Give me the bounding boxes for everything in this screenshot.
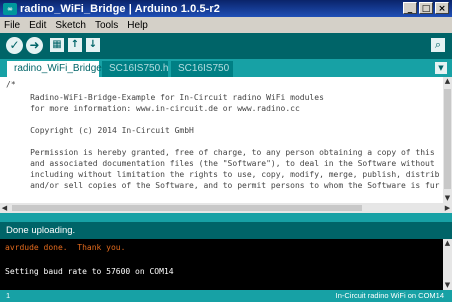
toolbar: ✓ ➜ ▦ ↑ ↓ ⌕ (0, 33, 452, 59)
console-line: Setting baud rate to 57600 on COM14 (5, 267, 174, 276)
save-sketch-icon[interactable]: ↓ (86, 38, 100, 52)
menu-sketch[interactable]: Sketch (55, 20, 86, 31)
code-line: Copyright (c) 2014 In-Circuit GmbH (6, 126, 194, 135)
verify-check-icon[interactable]: ✓ (6, 37, 23, 54)
tab-sc16is750-h[interactable]: SC16IS750.h (102, 61, 169, 77)
line-number: 1 (6, 291, 11, 300)
code-line: /* (6, 80, 16, 89)
board-port-info: In-Circuit radino WiFi on COM14 (335, 291, 444, 300)
tab-radino-wifi-bridge[interactable]: radino_WiFi_Bridge (7, 61, 102, 77)
scrollbar-thumb[interactable] (12, 205, 362, 211)
scroll-down-icon[interactable]: ▼ (443, 281, 452, 290)
console-line: avrdude done. Thank you. (5, 243, 126, 252)
scrollbar-thumb[interactable] (444, 89, 451, 189)
window-title: radino_WiFi_Bridge | Arduino 1.0.5-r2 (20, 2, 221, 15)
arduino-logo-icon: ∞ (3, 2, 17, 15)
minimize-button[interactable]: _ (403, 2, 417, 14)
code-line: for more information: www.in-circuit.de … (6, 104, 300, 113)
menu-tools[interactable]: Tools (95, 20, 118, 31)
new-sketch-icon[interactable]: ▦ (50, 38, 64, 52)
maximize-button[interactable]: □ (419, 2, 433, 14)
upload-arrow-icon[interactable]: ➜ (26, 37, 43, 54)
tab-menu-chevron-down-icon[interactable]: ▼ (435, 62, 447, 74)
code-editor[interactable]: /* Radino-WiFi-Bridge-Example for In-Cir… (0, 77, 443, 203)
serial-monitor-search-icon[interactable]: ⌕ (431, 38, 445, 52)
status-message: Done uploading. (0, 222, 452, 239)
menu-edit[interactable]: Edit (29, 20, 46, 31)
scroll-down-icon[interactable]: ▼ (443, 194, 452, 203)
scroll-up-icon[interactable]: ▲ (443, 239, 452, 248)
console-scrollbar[interactable]: ▲ ▼ (443, 239, 452, 290)
tab-sc16is750[interactable]: SC16IS750 (171, 61, 233, 77)
console-output[interactable]: avrdude done. Thank you. Setting baud ra… (0, 239, 443, 290)
tab-bar: radino_WiFi_Bridge SC16IS750.h SC16IS750… (0, 59, 452, 77)
code-line: and/or sell copies of the Software, and … (6, 181, 440, 190)
window-controls: _ □ × (403, 2, 449, 14)
open-sketch-icon[interactable]: ↑ (68, 38, 82, 52)
scroll-up-icon[interactable]: ▲ (443, 77, 452, 86)
code-line: including without limitation the rights … (6, 170, 440, 179)
code-line: Permission is hereby granted, free of ch… (6, 148, 435, 157)
code-line: and associated documentation files (the … (6, 159, 435, 168)
editor-vertical-scrollbar[interactable]: ▲ ▼ (443, 77, 452, 203)
close-button[interactable]: × (435, 2, 449, 14)
editor-horizontal-scrollbar[interactable]: ◀ ▶ (0, 203, 452, 213)
panel-divider[interactable] (0, 213, 452, 222)
menu-help[interactable]: Help (127, 20, 148, 31)
scroll-right-icon[interactable]: ▶ (443, 203, 452, 213)
scroll-left-icon[interactable]: ◀ (0, 203, 9, 213)
footer-bar: 1 In-Circuit radino WiFi on COM14 (0, 290, 452, 302)
menu-file[interactable]: File (4, 20, 20, 31)
menu-bar: File Edit Sketch Tools Help (0, 17, 452, 33)
window-titlebar: ∞ radino_WiFi_Bridge | Arduino 1.0.5-r2 … (0, 0, 452, 17)
code-line: Radino-WiFi-Bridge-Example for In-Circui… (6, 93, 324, 102)
